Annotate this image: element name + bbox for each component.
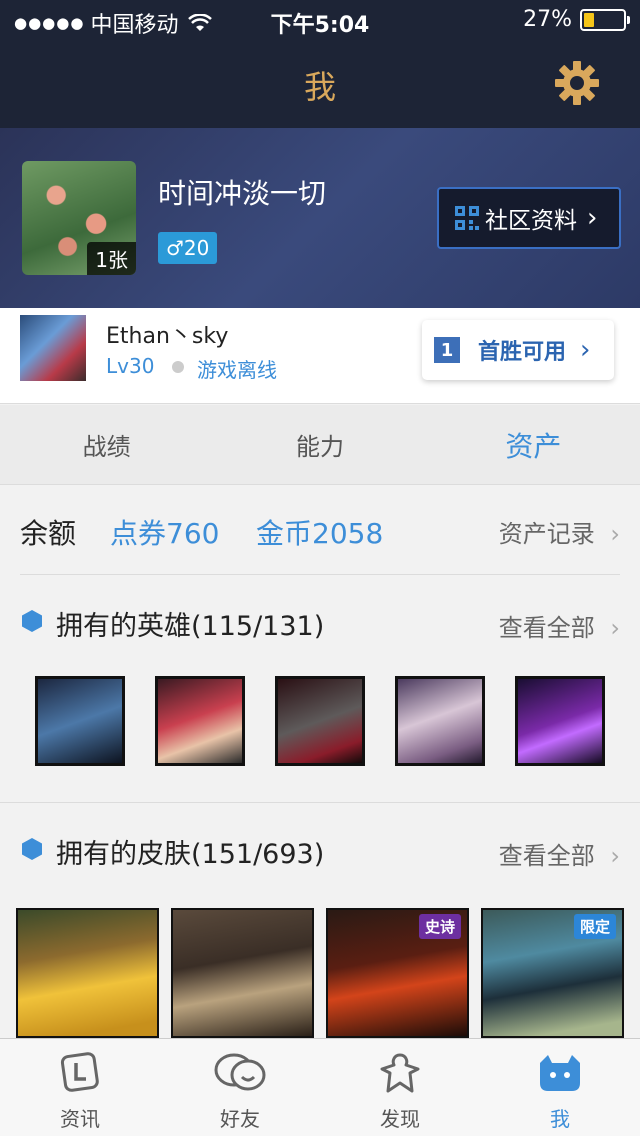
first-win-badge: 1	[434, 337, 460, 363]
me-icon	[540, 1055, 580, 1091]
skin-card[interactable]	[16, 908, 159, 1038]
friends-icon	[214, 1053, 266, 1091]
chevron-right-icon: ›	[610, 842, 620, 870]
gear-icon[interactable]	[554, 60, 600, 106]
account-level: Lv30	[106, 354, 155, 378]
profile-banner: 1张 时间冲淡一切 ♂20 社区资料 ›	[0, 128, 640, 308]
chevron-right-icon: ›	[610, 614, 620, 642]
skin-card[interactable]: 限定	[481, 908, 624, 1038]
summoner-icon	[20, 315, 86, 381]
gold-balance: 金币2058	[256, 517, 384, 550]
avatar[interactable]: 1张	[22, 161, 136, 275]
view-all-label: 查看全部	[498, 842, 595, 870]
page-title: 我	[303, 68, 336, 106]
chevron-right-icon: ›	[580, 335, 591, 365]
divider	[20, 574, 620, 575]
photo-count-badge: 1张	[87, 242, 136, 275]
gender-level-badge: ♂20	[158, 232, 218, 264]
coupon-balance: 点券760	[110, 517, 220, 550]
view-all-label: 查看全部	[498, 614, 595, 642]
discover-icon	[380, 1053, 420, 1093]
skins-view-all[interactable]: 查看全部 ›	[499, 836, 620, 871]
top-bar: ●●●●● 中国移动 下午5:04 27% 我	[0, 0, 640, 128]
skins-section-header: 拥有的皮肤(151/693) 查看全部 ›	[0, 820, 640, 880]
chevron-right-icon: ›	[587, 203, 598, 233]
hexagon-icon	[22, 838, 42, 860]
account-status: 游戏离线	[197, 358, 277, 382]
hexagon-icon	[22, 610, 42, 632]
account-name: Ethan丶sky	[106, 324, 229, 349]
heroes-view-all[interactable]: 查看全部 ›	[499, 608, 620, 643]
status-bar: ●●●●● 中国移动 下午5:04 27%	[0, 0, 640, 40]
heroes-title: 拥有的英雄(115/131)	[56, 611, 325, 642]
limited-tag: 限定	[573, 914, 616, 939]
balance-row: 余额 点券760 金币2058 资产记录 ›	[0, 486, 640, 574]
asset-record-link[interactable]: 资产记录 ›	[499, 514, 620, 549]
hero-portrait[interactable]	[515, 676, 605, 766]
heroes-section-header: 拥有的英雄(115/131) 查看全部 ›	[0, 592, 640, 652]
hero-portrait[interactable]	[395, 676, 485, 766]
tab-record[interactable]: 战绩	[0, 405, 213, 484]
heroes-list	[0, 676, 640, 766]
bottom-tab-label: 我	[550, 1107, 570, 1131]
tab-ability[interactable]: 能力	[213, 405, 426, 484]
offline-dot-icon	[172, 361, 184, 373]
hero-portrait[interactable]	[35, 676, 125, 766]
news-icon	[60, 1052, 99, 1092]
bottom-tab-news[interactable]: 资讯	[0, 1039, 160, 1136]
hero-portrait[interactable]	[275, 676, 365, 766]
first-win-button[interactable]: 1 首胜可用 ›	[422, 320, 614, 380]
skins-list: 史诗 限定	[0, 908, 640, 1038]
game-account-row[interactable]: Ethan丶sky Lv30 游戏离线 1 首胜可用 ›	[0, 308, 640, 404]
bottom-tab-friends[interactable]: 好友	[160, 1039, 320, 1136]
bottom-tab-label: 资讯	[60, 1107, 100, 1131]
profile-tabs: 战绩 能力 资产	[0, 405, 640, 485]
bottom-tab-me[interactable]: 我	[480, 1039, 640, 1136]
bottom-tab-label: 发现	[380, 1107, 420, 1131]
epic-tag: 史诗	[418, 914, 461, 939]
bottom-tab-discover[interactable]: 发现	[320, 1039, 480, 1136]
bottom-tab-bar: 资讯 好友 发现 我	[0, 1038, 640, 1136]
qr-code-icon	[455, 206, 479, 230]
skins-title: 拥有的皮肤(151/693)	[56, 839, 325, 870]
balance-label: 余额	[20, 517, 77, 550]
hero-portrait[interactable]	[155, 676, 245, 766]
skin-card[interactable]	[171, 908, 314, 1038]
bottom-tab-label: 好友	[220, 1107, 260, 1131]
divider	[0, 802, 640, 803]
battery-icon	[580, 8, 630, 31]
chevron-right-icon: ›	[610, 520, 620, 548]
community-profile-label: 社区资料	[485, 208, 577, 234]
skin-card[interactable]: 史诗	[326, 908, 469, 1038]
community-profile-button[interactable]: 社区资料 ›	[437, 187, 621, 249]
profile-name: 时间冲淡一切	[158, 177, 327, 210]
first-win-label: 首胜可用	[478, 340, 567, 365]
battery-percent: 27%	[523, 7, 572, 32]
tab-assets[interactable]: 资产	[427, 405, 640, 484]
asset-record-label: 资产记录	[498, 520, 595, 548]
